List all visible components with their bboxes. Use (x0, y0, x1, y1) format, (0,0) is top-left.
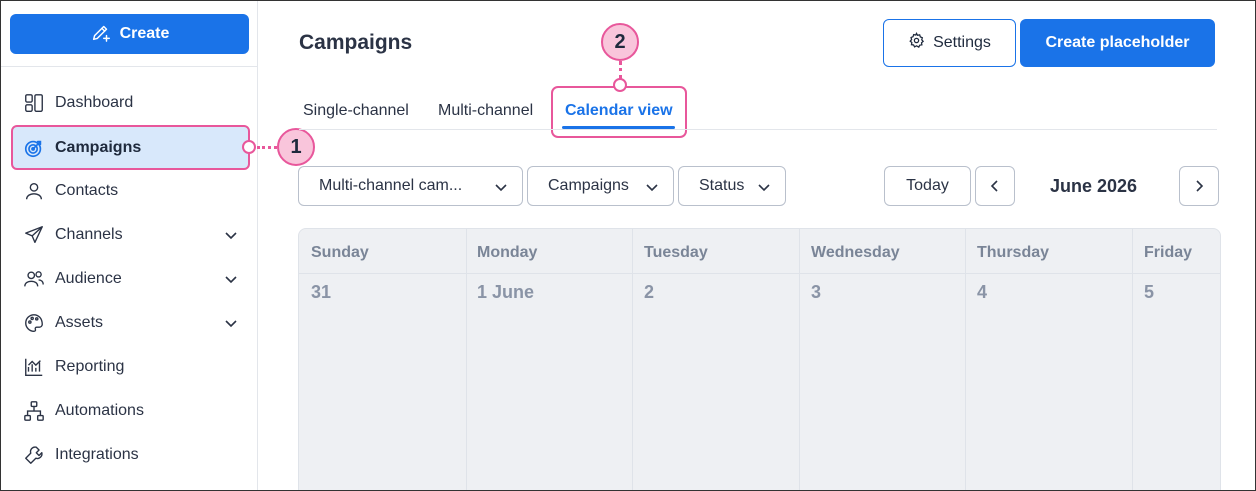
callout-2-connector (619, 61, 622, 79)
chevron-down-icon (646, 184, 658, 192)
palette-icon (23, 312, 45, 334)
callout-1-connector (257, 146, 277, 149)
sidebar-item-channels[interactable]: Channels (13, 215, 249, 255)
weekday-label: Thursday (977, 244, 1050, 261)
filter-label: Multi-channel cam... (319, 177, 463, 194)
app-window: Create Dashboard Campaigns Contacts Chan… (0, 0, 1256, 491)
create-placeholder-label: Create placeholder (1045, 34, 1190, 51)
callout-1-badge: 1 (277, 128, 315, 166)
settings-button[interactable]: Settings (883, 19, 1016, 67)
sidebar-item-dashboard[interactable]: Dashboard (13, 83, 249, 123)
chevron-down-icon (225, 232, 237, 240)
chevron-right-icon (1196, 180, 1204, 192)
sidebar-item-campaigns[interactable]: Campaigns (11, 125, 250, 170)
previous-month-button[interactable] (975, 166, 1015, 206)
calendar-day-cell[interactable]: Tuesday 2 (633, 229, 800, 490)
chevron-down-icon (495, 184, 507, 192)
sidebar-item-automations[interactable]: Automations (13, 391, 249, 431)
page-title: Campaigns (299, 31, 413, 54)
chevron-down-icon (758, 184, 770, 192)
sidebar-item-label: Channels (55, 226, 123, 243)
chart-icon (23, 356, 45, 378)
gear-icon (908, 32, 925, 54)
filter-label: Campaigns (548, 177, 629, 194)
filter-label: Status (699, 177, 745, 194)
weekday-label: Tuesday (644, 244, 708, 261)
chevron-left-icon (990, 180, 998, 192)
sidebar-item-label: Campaigns (55, 138, 142, 156)
callout-1-anchor (242, 140, 256, 154)
today-button-label: Today (906, 177, 949, 194)
calendar-grid: Sunday 31 Monday 1 June Tuesday 2 Wednes… (298, 228, 1221, 490)
calendar-day-cell[interactable]: Sunday 31 (299, 229, 467, 490)
calendar-day-cell[interactable]: Wednesday 3 (800, 229, 966, 490)
tab-calendar-view[interactable]: Calendar view (565, 102, 673, 120)
weekday-label: Friday (1144, 244, 1193, 261)
sidebar-item-label: Automations (55, 402, 144, 419)
hierarchy-icon (23, 400, 45, 422)
sidebar-item-label: Dashboard (55, 94, 134, 111)
create-button-label: Create (119, 25, 170, 42)
sidebar-item-assets[interactable]: Assets (13, 303, 249, 343)
date-label: 2 (644, 282, 655, 302)
people-icon (23, 268, 45, 290)
sidebar-item-label: Audience (55, 270, 122, 287)
settings-button-label: Settings (933, 34, 991, 51)
calendar-day-cell[interactable]: Thursday 4 (966, 229, 1133, 490)
tab-multi-channel[interactable]: Multi-channel (438, 102, 533, 120)
status-filter[interactable]: Status (678, 166, 786, 206)
paper-plane-icon (23, 224, 45, 246)
current-month-label: June 2026 (1050, 176, 1138, 196)
sidebar: Create Dashboard Campaigns Contacts Chan… (1, 1, 258, 490)
calendar-day-cell[interactable]: Monday 1 June (467, 229, 633, 490)
chevron-down-icon (225, 276, 237, 284)
chevron-down-icon (225, 320, 237, 328)
next-month-button[interactable] (1179, 166, 1219, 206)
date-label: 5 (1144, 282, 1155, 302)
date-label: 31 (311, 282, 332, 302)
weekday-label: Sunday (311, 244, 369, 261)
pencil-plus-icon (90, 21, 112, 48)
callout-2-anchor (613, 78, 627, 92)
callout-2-badge: 2 (601, 23, 639, 61)
sidebar-item-label: Contacts (55, 182, 119, 199)
sidebar-item-label: Integrations (55, 446, 139, 463)
person-icon (23, 180, 45, 202)
campaigns-filter[interactable]: Campaigns (527, 166, 674, 206)
weekday-label: Monday (477, 244, 538, 261)
weekday-label: Wednesday (811, 244, 900, 261)
sidebar-item-reporting[interactable]: Reporting (13, 347, 249, 387)
wrench-icon (23, 444, 45, 466)
sidebar-item-label: Assets (55, 314, 104, 331)
tab-single-channel[interactable]: Single-channel (303, 102, 409, 120)
calendar-day-cell[interactable]: Friday 5 (1133, 229, 1220, 490)
date-label: 4 (977, 282, 988, 302)
sidebar-item-label: Reporting (55, 358, 125, 375)
dashboard-icon (23, 92, 45, 114)
sidebar-divider (1, 66, 258, 67)
sidebar-item-integrations[interactable]: Integrations (13, 435, 249, 475)
tabs-divider (299, 129, 1217, 130)
multi-channel-campaign-filter[interactable]: Multi-channel cam... (298, 166, 523, 206)
create-placeholder-button[interactable]: Create placeholder (1020, 19, 1215, 67)
callout-1-number: 1 (290, 135, 302, 158)
create-button[interactable]: Create (10, 14, 249, 54)
date-label: 3 (811, 282, 822, 302)
sidebar-item-contacts[interactable]: Contacts (13, 171, 249, 211)
sidebar-item-audience[interactable]: Audience (13, 259, 249, 299)
date-label: 1 June (477, 282, 535, 302)
target-icon (23, 137, 45, 159)
today-button[interactable]: Today (884, 166, 971, 206)
callout-2-number: 2 (614, 30, 626, 53)
